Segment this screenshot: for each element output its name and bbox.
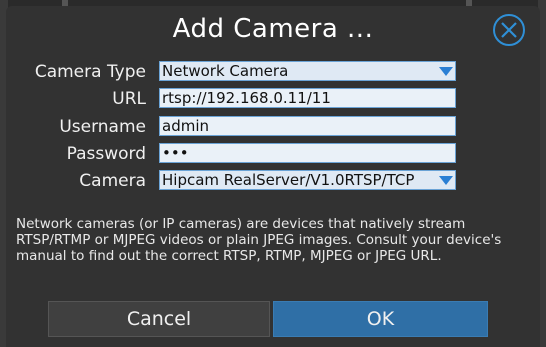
- username-label: Username: [59, 117, 146, 137]
- url-input[interactable]: rtsp://192.168.0.11/11: [159, 88, 456, 108]
- ok-button[interactable]: OK: [273, 301, 488, 337]
- password-value: •••: [162, 144, 189, 162]
- dialog-title: Add Camera ...: [172, 14, 374, 44]
- camera-label: Camera: [79, 171, 146, 191]
- cancel-button[interactable]: Cancel: [48, 301, 270, 337]
- camera-type-value: Network Camera: [162, 62, 289, 80]
- chevron-down-icon: [439, 176, 453, 185]
- username-input[interactable]: admin: [159, 116, 456, 136]
- chevron-down-icon: [439, 67, 453, 76]
- username-value: admin: [162, 117, 209, 135]
- description-text: Network cameras (or IP cameras) are devi…: [16, 216, 502, 264]
- camera-value: Hipcam RealServer/V1.0RTSP/TCP: [162, 171, 415, 189]
- close-icon: [501, 22, 517, 38]
- camera-type-label: Camera Type: [34, 62, 146, 82]
- close-button[interactable]: [493, 14, 525, 46]
- password-label: Password: [66, 144, 146, 164]
- add-camera-dialog: Add Camera ... Camera Type Network Camer…: [6, 6, 540, 347]
- url-value: rtsp://192.168.0.11/11: [162, 89, 331, 107]
- url-label: URL: [112, 89, 146, 109]
- password-input[interactable]: •••: [159, 143, 456, 163]
- camera-type-select[interactable]: Network Camera: [159, 61, 456, 81]
- camera-select[interactable]: Hipcam RealServer/V1.0RTSP/TCP: [159, 170, 456, 190]
